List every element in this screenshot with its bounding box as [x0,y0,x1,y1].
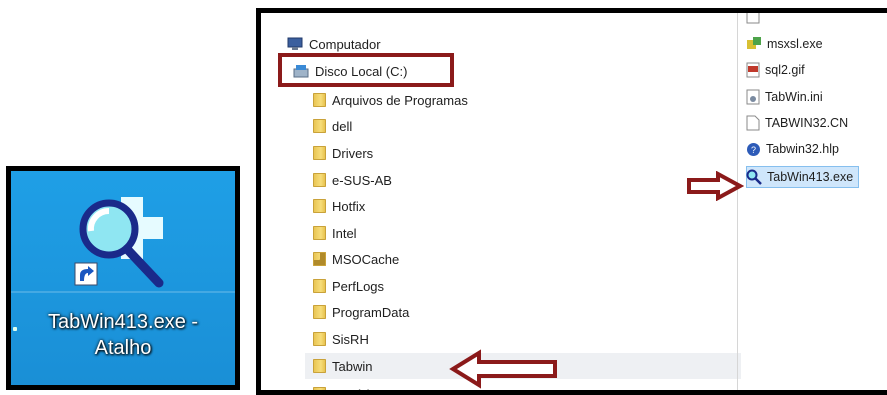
folder-tree: Computador Disco Local (C:) Arquivos de … [261,13,741,390]
folder-icon [313,173,326,187]
tree-item-folder[interactable]: Arquivos de Programas [313,87,468,113]
tree-item-label: dell [332,118,353,134]
tree-item-folder[interactable]: Hotfix [313,193,365,219]
desktop-wallpaper-glow [11,291,235,293]
folder-icon [313,146,326,160]
tree-item-label: Hotfix [332,198,366,214]
file-name: sql2.gif [765,63,805,77]
tree-item-label: Drivers [332,145,374,161]
folder-icon [313,279,326,293]
tree-item-folder[interactable]: Usuários [313,381,384,395]
shortcut-label-line2[interactable]: Atalho [11,337,235,360]
folder-icon [313,93,326,107]
tree-item-label: ProgramData [332,304,410,320]
file-item[interactable]: TABWIN32.CN [746,112,848,134]
locked-folder-icon [313,252,326,266]
file-name: Tabwin32.hlp [766,142,839,156]
folder-icon [313,119,326,133]
folder-icon [313,305,326,319]
file-item[interactable]: ? Tabwin32.hlp [746,138,839,160]
tree-item-folder[interactable]: dell [313,113,352,139]
folder-icon [313,387,326,390]
pane-divider[interactable] [737,13,738,390]
tree-item-folder[interactable]: Intel [313,220,357,246]
file-item[interactable]: TabWin.ini [746,86,823,108]
folder-icon [313,332,326,346]
file-item[interactable]: msxsl.exe [746,33,823,55]
image-icon [746,62,760,78]
desktop-panel: TabWin413.exe - Atalho [6,166,240,390]
file-name: TabWin.ini [765,90,823,104]
file-list: msxsl.exe sql2.gif TabWin.ini TABWIN32.C… [687,13,887,390]
shortcut-label-line1[interactable]: TabWin413.exe - [11,311,235,334]
svg-text:?: ? [751,145,756,155]
file-icon [746,13,760,24]
tree-item-label: Intel [332,225,357,241]
tree-item-folder[interactable]: PerfLogs [313,273,384,299]
file-name: msxsl.exe [767,37,823,51]
shortcut-arrow-icon [74,262,98,286]
magnifier-cross-icon[interactable] [73,191,179,291]
tree-item-label: Tabwin [332,358,373,374]
ini-icon [746,89,760,105]
file-item[interactable]: sql2.gif [746,59,805,81]
left-pointing-arrow-icon [449,349,557,389]
tree-item-local-disk[interactable]: Disco Local (C:) [293,58,407,84]
file-name: TABWIN32.CN [765,116,849,130]
tree-item-folder[interactable]: ProgramData [313,299,409,325]
tree-item-label: Computador [309,36,381,52]
file-item-partial[interactable] [746,13,765,27]
tree-item-label: Arquivos de Programas [332,92,468,108]
folder-icon [313,359,326,373]
tree-item-folder[interactable]: SisRH [313,326,369,352]
computer-icon [287,37,303,50]
file-item-selected[interactable]: TabWin413.exe [746,166,860,188]
tree-item-label: Disco Local (C:) [315,63,408,79]
explorer-panel: Computador Disco Local (C:) Arquivos de … [256,8,887,395]
folder-icon [313,199,326,213]
tree-item-label: SisRH [332,331,369,347]
file-name: TabWin413.exe [767,170,854,184]
tree-item-label: MSOCache [332,251,400,267]
tree-item-label: PerfLogs [332,278,385,294]
tree-item-folder[interactable]: MSOCache [313,246,399,272]
exe-icon [747,37,761,49]
drive-icon [293,65,309,78]
file-icon [746,115,760,131]
tree-item-folder[interactable]: Drivers [313,140,373,166]
help-icon: ? [747,142,760,156]
tabwin-icon [746,169,762,185]
tree-item-folder[interactable]: e-SUS-AB [313,167,392,193]
folder-icon [313,226,326,240]
tree-item-label: e-SUS-AB [332,172,392,188]
tree-item-label: Usuários [332,386,384,395]
right-pointing-arrow-icon [687,171,744,201]
